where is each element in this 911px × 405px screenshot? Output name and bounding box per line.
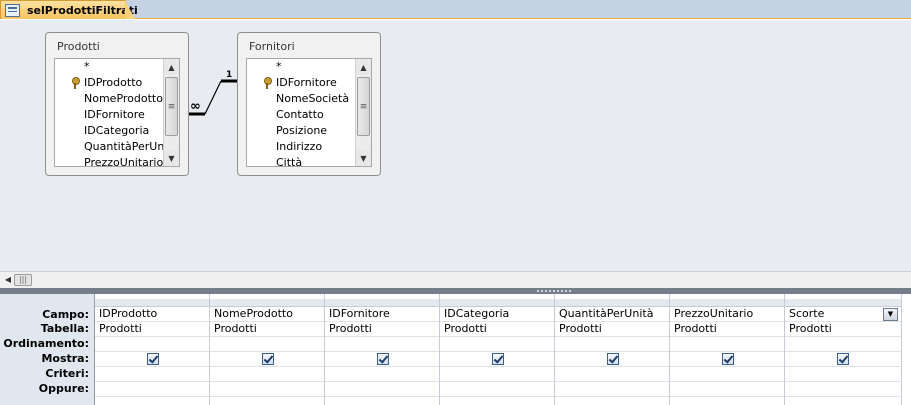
cell-show (785, 352, 901, 367)
relationship-many-label: ∞ (190, 99, 201, 114)
cell-sort[interactable] (325, 337, 439, 352)
cell-table[interactable]: Prodotti (440, 322, 554, 337)
row-labels: Campo: Tabella: Ordinamento: Mostra: Cri… (0, 294, 94, 405)
grid-column[interactable]: PrezzoUnitario Prodotti (670, 294, 785, 405)
cell-table[interactable]: Prodotti (785, 322, 901, 337)
cell-table[interactable]: Prodotti (95, 322, 209, 337)
tab-query[interactable]: selProdottiFiltrati (0, 0, 138, 19)
cell-show (95, 352, 209, 367)
column-selector[interactable] (440, 299, 554, 307)
show-checkbox[interactable] (837, 353, 849, 365)
document-tab-strip: selProdottiFiltrati (0, 0, 911, 19)
grid-column[interactable]: IDCategoria Prodotti (440, 294, 555, 405)
cell-field-value: Scorte (789, 307, 825, 320)
cell-or[interactable] (555, 382, 669, 397)
grid-column[interactable]: IDProdotto Prodotti (95, 294, 210, 405)
cell-table[interactable]: Prodotti (325, 322, 439, 337)
column-selector[interactable] (555, 299, 669, 307)
cell-field[interactable]: IDFornitore (325, 307, 439, 322)
cell-criteria[interactable] (325, 367, 439, 382)
column-selector[interactable] (210, 299, 324, 307)
grid-column[interactable]: Scorte ▼ Prodotti (785, 294, 902, 405)
diagram-horizontal-scrollbar[interactable]: ◀ ||| (0, 271, 911, 288)
cell-sort[interactable] (785, 337, 901, 352)
dropdown-arrow-icon[interactable]: ▼ (883, 308, 898, 321)
cell-sort[interactable] (95, 337, 209, 352)
cell-or[interactable] (670, 382, 784, 397)
show-checkbox[interactable] (262, 353, 274, 365)
row-label-oppure: Oppure: (38, 382, 89, 395)
show-checkbox[interactable] (607, 353, 619, 365)
table-diagram-pane[interactable]: Prodotti * IDProdotto NomeProdotto IDFor… (0, 20, 911, 288)
cell-field[interactable]: Scorte ▼ (785, 307, 901, 322)
cell-sort[interactable] (555, 337, 669, 352)
cell-or[interactable] (210, 382, 324, 397)
cell-criteria[interactable] (210, 367, 324, 382)
column-selector[interactable] (785, 299, 901, 307)
row-label-campo: Campo: (42, 308, 89, 321)
cell-field[interactable]: NomeProdotto (210, 307, 324, 322)
show-checkbox[interactable] (377, 353, 389, 365)
column-selector[interactable] (325, 299, 439, 307)
column-selector[interactable] (95, 299, 209, 307)
cell-show (670, 352, 784, 367)
cell-criteria[interactable] (670, 367, 784, 382)
row-label-ordinamento: Ordinamento: (3, 337, 89, 350)
relationship-one-label: 1 (226, 70, 233, 80)
cell-field[interactable]: QuantitàPerUnità (555, 307, 669, 322)
row-label-mostra: Mostra: (41, 352, 89, 365)
show-checkbox[interactable] (147, 353, 159, 365)
cell-table[interactable]: Prodotti (670, 322, 784, 337)
cell-criteria[interactable] (785, 367, 901, 382)
design-grid-columns: IDProdotto Prodotti NomeProdotto Prodott… (94, 294, 911, 405)
cell-table[interactable]: Prodotti (210, 322, 324, 337)
cell-criteria[interactable] (440, 367, 554, 382)
cell-or[interactable] (440, 382, 554, 397)
cell-field[interactable]: PrezzoUnitario (670, 307, 784, 322)
query-design-grid: Campo: Tabella: Ordinamento: Mostra: Cri… (0, 294, 911, 405)
cell-show (210, 352, 324, 367)
cell-criteria[interactable] (95, 367, 209, 382)
cell-table[interactable]: Prodotti (555, 322, 669, 337)
cell-sort[interactable] (670, 337, 784, 352)
cell-criteria[interactable] (555, 367, 669, 382)
cell-sort[interactable] (440, 337, 554, 352)
column-selector[interactable] (670, 299, 784, 307)
cell-show (440, 352, 554, 367)
cell-field[interactable]: IDCategoria (440, 307, 554, 322)
tab-label: selProdottiFiltrati (27, 3, 138, 17)
cell-sort[interactable] (210, 337, 324, 352)
cell-field[interactable]: IDProdotto (95, 307, 209, 322)
grid-column[interactable]: IDFornitore Prodotti (325, 294, 440, 405)
show-checkbox[interactable] (492, 353, 504, 365)
cell-show (325, 352, 439, 367)
cell-or[interactable] (785, 382, 901, 397)
row-label-tabella: Tabella: (40, 322, 89, 335)
cell-or[interactable] (95, 382, 209, 397)
query-icon (5, 3, 20, 17)
scroll-left-arrow-icon[interactable]: ◀ (2, 274, 14, 286)
row-label-criteri: Criteri: (45, 367, 89, 380)
grid-column[interactable]: NomeProdotto Prodotti (210, 294, 325, 405)
cell-show (555, 352, 669, 367)
scroll-thumb[interactable]: ||| (14, 274, 32, 286)
relationship-line[interactable] (0, 20, 911, 271)
grid-column[interactable]: QuantitàPerUnità Prodotti (555, 294, 670, 405)
show-checkbox[interactable] (722, 353, 734, 365)
cell-or[interactable] (325, 382, 439, 397)
splitter-grip-icon[interactable] (536, 289, 572, 293)
